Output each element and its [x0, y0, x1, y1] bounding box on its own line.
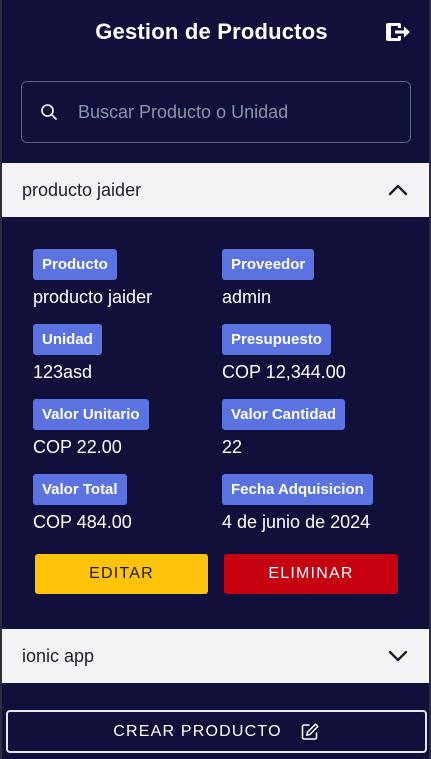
field-value: COP 484.00 [33, 512, 132, 532]
field-value: 22 [222, 437, 243, 457]
field-valor-total: Valor Total COP 484.00 [33, 474, 132, 533]
accordion-header-producto-jaider[interactable]: producto jaider [2, 163, 429, 217]
field-label: Unidad [33, 324, 102, 355]
field-label: Fecha Adquisicion [222, 474, 373, 505]
edit-square-icon [301, 722, 319, 740]
page-title: Gestion de Productos [95, 19, 328, 44]
field-label: Valor Unitario [33, 399, 149, 430]
field-fecha-adquisicion: Fecha Adquisicion 4 de junio de 2024 [222, 474, 373, 533]
field-label: Valor Cantidad [222, 399, 346, 430]
field-value: COP 12,344.00 [222, 362, 346, 382]
field-valor-cantidad: Valor Cantidad 22 [222, 399, 346, 458]
chevron-up-icon [388, 184, 408, 196]
accordion-title: ionic app [22, 645, 95, 666]
accordion-title: producto jaider [22, 179, 142, 200]
field-label: Presupuesto [222, 324, 331, 355]
header: Gestion de Productos [2, 0, 429, 64]
field-label: Producto [33, 249, 117, 280]
field-value: admin [222, 287, 272, 307]
create-product-button[interactable]: CREAR PRODUCTO [6, 710, 427, 753]
field-value: producto jaider [33, 287, 153, 307]
field-label: Proveedor [222, 249, 315, 280]
search-bar[interactable] [21, 81, 411, 143]
field-producto: Producto producto jaider [33, 249, 152, 308]
chevron-down-icon [388, 650, 408, 662]
field-proveedor: Proveedor admin [222, 249, 315, 308]
field-value: 123asd [33, 362, 93, 382]
field-label: Valor Total [33, 474, 127, 505]
field-valor-unitario: Valor Unitario COP 22.00 [33, 399, 149, 458]
delete-button[interactable]: ELIMINAR [224, 554, 398, 594]
logout-icon[interactable] [385, 20, 411, 44]
field-value: 4 de junio de 2024 [222, 512, 371, 532]
search-icon [41, 104, 57, 120]
search-input[interactable] [76, 100, 410, 124]
app-root: Gestion de Productos producto jaider Pro… [2, 0, 429, 759]
field-unidad: Unidad 123asd [33, 324, 102, 383]
create-product-label: CREAR PRODUCTO [113, 722, 282, 740]
accordion-header-ionic-app[interactable]: ionic app [2, 629, 429, 683]
field-presupuesto: Presupuesto COP 12,344.00 [222, 324, 346, 383]
product-details: Producto producto jaider Proveedor admin… [2, 217, 429, 629]
edit-button[interactable]: EDITAR [35, 554, 208, 594]
field-value: COP 22.00 [33, 437, 122, 457]
